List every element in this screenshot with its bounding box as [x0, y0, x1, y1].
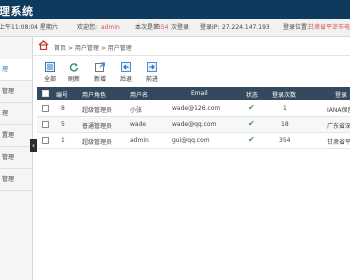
select-all-checkbox[interactable]: [42, 90, 49, 97]
back-icon: [121, 62, 131, 72]
sidebar-toggle-button[interactable]: ‹: [30, 139, 37, 152]
refresh-button[interactable]: 刷新: [65, 62, 83, 83]
current-user: admin: [101, 24, 120, 31]
row-id: 1: [61, 137, 65, 144]
add-label: 新增: [93, 76, 106, 83]
column-username[interactable]: 用户名: [130, 90, 148, 99]
welcome-label: 欢迎您:: [77, 24, 98, 31]
column-email[interactable]: Email: [191, 90, 208, 97]
row-role: 超级管理员: [82, 107, 113, 114]
column-login-count[interactable]: 登录次数: [272, 90, 296, 99]
table-row[interactable]: 1 超级管理员 admin gui@qq.com ✔ 354 甘肃省平凉: [37, 133, 350, 149]
sidebar-item-5[interactable]: 管理: [0, 147, 32, 169]
column-status[interactable]: 状态: [246, 90, 258, 99]
row-email: wade@126.com: [172, 105, 221, 112]
row-id: 5: [61, 121, 65, 128]
row-login-location: 广东省深圳: [327, 123, 350, 130]
row-role: 超级管理员: [82, 139, 113, 146]
ip-label: 登录IP:: [200, 24, 220, 31]
row-login-count: 1: [283, 105, 287, 112]
sidebar-item-3[interactable]: 理: [0, 103, 32, 125]
status-ok-icon: ✔: [248, 135, 255, 144]
table-row[interactable]: 8 超级管理员 小张 wade@126.com ✔ 1 IANA保留: [37, 101, 350, 117]
home-icon[interactable]: [38, 40, 49, 50]
row-username: admin: [130, 137, 149, 144]
column-role[interactable]: 用户角色: [82, 90, 106, 99]
location-label: 登录位置:: [283, 24, 310, 31]
forward-button[interactable]: 前进: [143, 62, 161, 83]
row-email: wade@qq.com: [172, 121, 217, 128]
table-header: 编号 用户角色 用户名 Email 状态 登录次数 登录: [37, 87, 350, 100]
sidebar: 理 管理 理 置理 管理 管理: [0, 37, 33, 280]
app-header: 理系统: [0, 0, 350, 19]
datetime-text: 上午11:08:04 星期六: [0, 24, 58, 31]
breadcrumb-separator: >: [100, 45, 106, 52]
back-button[interactable]: 后退: [117, 62, 135, 83]
all-button[interactable]: 全部: [41, 62, 59, 83]
breadcrumb-level1[interactable]: 用户管理: [75, 45, 99, 52]
all-label: 全部: [43, 76, 56, 83]
add-icon: [95, 62, 105, 72]
forward-icon: [147, 62, 157, 72]
row-email: gui@qq.com: [172, 137, 210, 144]
login-count-suffix: 次登录: [171, 24, 190, 31]
login-location: 甘肃省平凉市电: [308, 24, 350, 31]
status-ok-icon: ✔: [248, 103, 255, 112]
back-label: 后退: [119, 76, 132, 83]
row-checkbox[interactable]: [42, 137, 49, 144]
table-row[interactable]: 5 普通管理员 wade wade@qq.com ✔ 18 广东省深圳: [37, 117, 350, 133]
row-username: 小张: [130, 107, 143, 114]
row-checkbox[interactable]: [42, 105, 49, 112]
sidebar-item-6[interactable]: 管理: [0, 169, 32, 191]
row-login-count: 18: [281, 121, 289, 128]
row-checkbox[interactable]: [42, 121, 49, 128]
sidebar-item-user-management[interactable]: 理: [0, 59, 32, 81]
row-login-location: 甘肃省平凉: [327, 139, 350, 146]
list-icon: [45, 62, 55, 72]
login-count-prefix: 本次是第: [135, 24, 160, 31]
refresh-label: 刷新: [67, 76, 80, 83]
ip-address: 27.224.147.193: [222, 24, 270, 31]
row-login-location: IANA保留: [327, 107, 350, 114]
status-ok-icon: ✔: [248, 119, 255, 128]
column-id[interactable]: 编号: [56, 90, 68, 99]
forward-label: 前进: [145, 76, 158, 83]
breadcrumb-divider: [32, 55, 350, 56]
row-username: wade: [130, 121, 147, 128]
sidebar-item-4[interactable]: 置理: [0, 125, 32, 147]
row-role: 普通管理员: [82, 123, 113, 130]
column-login-location[interactable]: 登录: [335, 90, 347, 99]
row-login-count: 354: [279, 137, 291, 144]
info-bar: 上午11:08:04 星期六 欢迎您: admin 本次是第 354 次登录 登…: [0, 19, 350, 37]
add-button[interactable]: 新增: [91, 62, 109, 83]
refresh-icon: [69, 63, 79, 72]
breadcrumb-separator: >: [67, 45, 73, 52]
breadcrumb: 首页 > 用户管理 > 用户管理: [38, 40, 132, 52]
row-id: 8: [61, 105, 65, 112]
login-count: 354: [157, 24, 169, 31]
sidebar-item-2[interactable]: 管理: [0, 81, 32, 103]
app-title: 理系统: [0, 5, 34, 18]
breadcrumb-home[interactable]: 首页: [54, 45, 66, 52]
breadcrumb-level2: 用户管理: [107, 45, 132, 52]
